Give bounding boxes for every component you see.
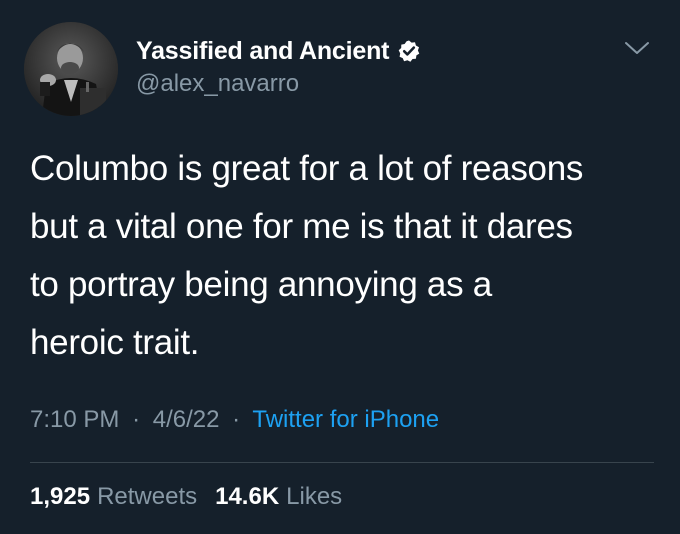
avatar[interactable] xyxy=(24,22,118,116)
author-name-row[interactable]: Yassified and Ancient xyxy=(136,34,421,68)
likes-stat[interactable]: 14.6K Likes xyxy=(215,483,342,511)
retweets-stat[interactable]: 1,925 Retweets xyxy=(30,483,197,511)
display-name[interactable]: Yassified and Ancient xyxy=(136,37,389,66)
tweet-time[interactable]: 7:10 PM xyxy=(30,406,119,433)
tweet-meta: 7:10 PM · 4/6/22 · Twitter for iPhone xyxy=(30,406,439,434)
retweets-label: Retweets xyxy=(97,483,198,510)
divider xyxy=(30,462,654,463)
tweet-stats: 1,925 Retweets 14.6K Likes xyxy=(30,483,342,511)
likes-label: Likes xyxy=(286,483,343,510)
tweet-date[interactable]: 4/6/22 xyxy=(153,406,220,433)
tweet-card: Yassified and Ancient @alex_navarro Colu… xyxy=(0,0,680,534)
author-handle[interactable]: @alex_navarro xyxy=(136,70,299,98)
likes-count: 14.6K xyxy=(215,483,280,510)
verified-badge-icon xyxy=(397,39,421,63)
meta-separator: · xyxy=(132,406,141,433)
meta-separator: · xyxy=(232,406,241,433)
tweet-source-link[interactable]: Twitter for iPhone xyxy=(252,406,439,433)
chevron-down-icon[interactable] xyxy=(622,36,652,60)
retweets-count: 1,925 xyxy=(30,483,91,510)
tweet-text: Columbo is great for a lot of reasons bu… xyxy=(30,149,584,362)
